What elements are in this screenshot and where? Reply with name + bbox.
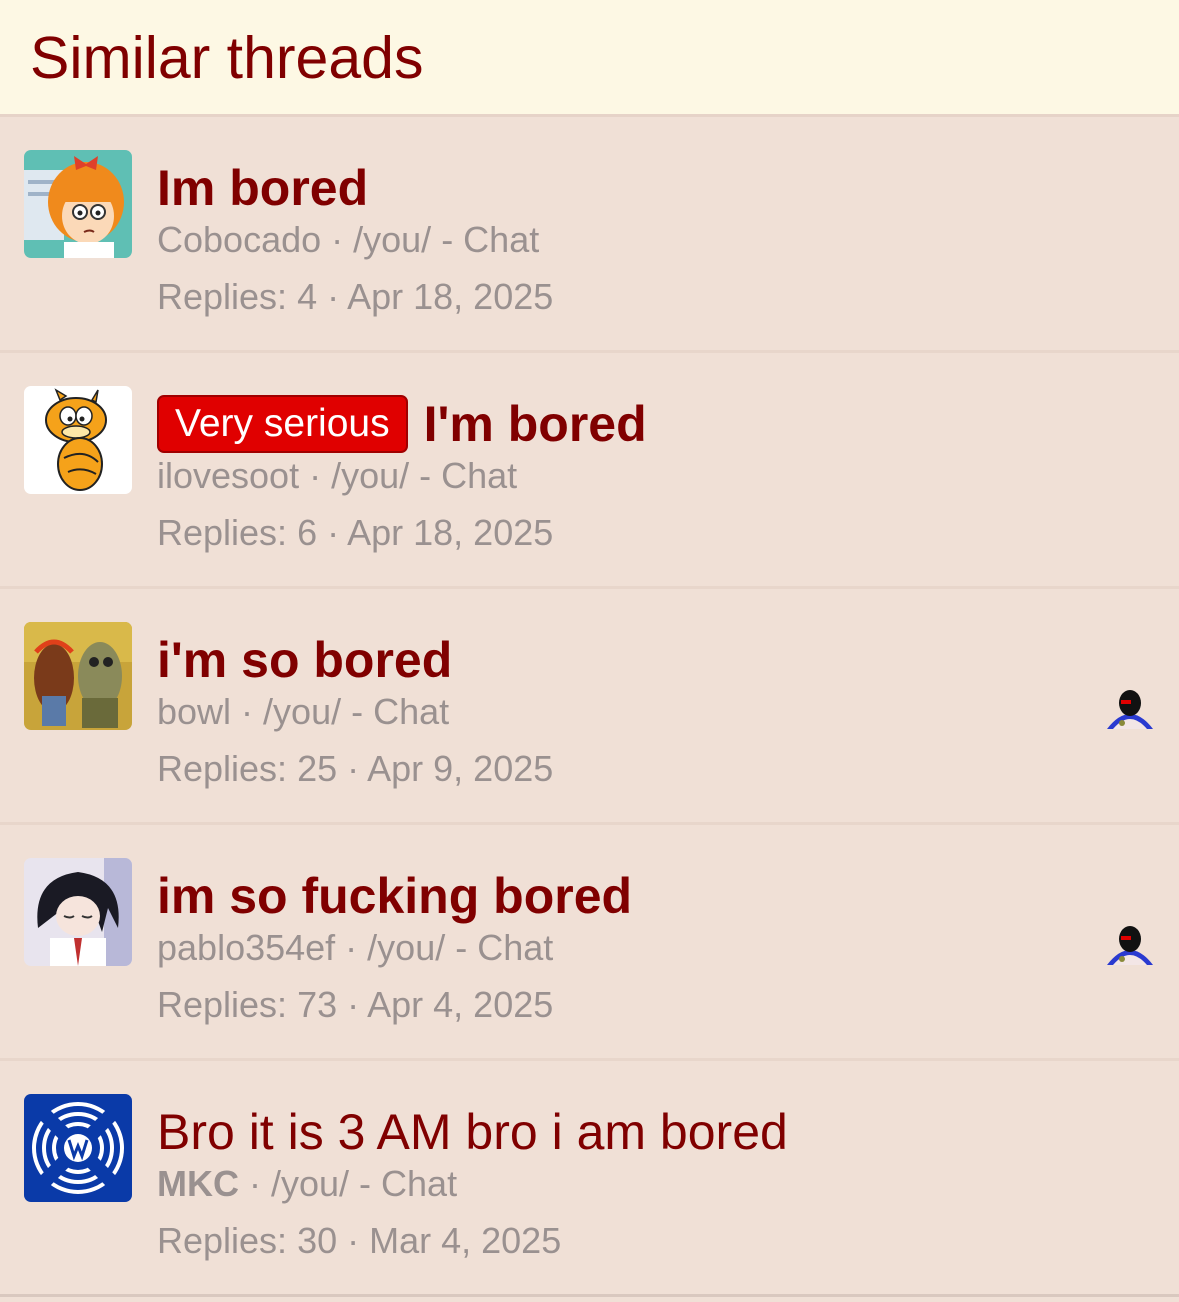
thread-title-link[interactable]: i'm so bored: [157, 629, 452, 691]
cartoon-girl-avatar-icon[interactable]: [24, 150, 132, 258]
thread-title-link[interactable]: Im bored: [157, 157, 368, 219]
thread-date: Apr 9, 2025: [367, 748, 554, 789]
reply-count: Replies: 30: [157, 1220, 338, 1261]
thread-meta: Cobocado · /you/ - Chat: [157, 215, 1099, 265]
section-title: Similar threads: [30, 25, 424, 91]
forum-link[interactable]: /you/ - Chat: [263, 691, 449, 732]
reply-count: Replies: 4: [157, 276, 318, 317]
author-link[interactable]: ilovesoot: [157, 455, 299, 496]
thread-item[interactable]: Very serious I'm bored ilovesoot · /you/…: [0, 353, 1179, 589]
thread-stats: Replies: 6 · Apr 18, 2025: [157, 508, 1099, 558]
meta-separator: ·: [321, 219, 354, 260]
thread-title-link[interactable]: im so fucking bored: [157, 865, 632, 927]
thread-date: Mar 4, 2025: [369, 1220, 562, 1261]
thread-title-link[interactable]: Bro it is 3 AM bro i am bored: [157, 1101, 788, 1163]
reply-count: Replies: 6: [157, 512, 318, 553]
thread-item[interactable]: Bro it is 3 AM bro i am bored MKC · /you…: [0, 1061, 1179, 1297]
thread-date: Apr 4, 2025: [367, 984, 554, 1025]
meta-separator: ·: [317, 512, 348, 553]
reply-count: Replies: 25: [157, 748, 338, 789]
meta-separator: ·: [337, 1220, 370, 1261]
thread-title-link[interactable]: I'm bored: [424, 393, 647, 455]
thread-item[interactable]: i'm so bored bowl · /you/ - Chat Replies…: [0, 589, 1179, 825]
painting-avatar-icon[interactable]: [24, 622, 132, 730]
black-bird-avatar-icon[interactable]: [1105, 919, 1155, 969]
thread-stats: Replies: 4 · Apr 18, 2025: [157, 272, 1099, 322]
thread-stats: Replies: 73 · Apr 4, 2025: [157, 980, 1099, 1030]
similar-threads-header: Similar threads: [0, 0, 1179, 117]
meta-separator: ·: [337, 748, 368, 789]
thread-date: Apr 18, 2025: [347, 512, 554, 553]
meta-separator: ·: [299, 455, 332, 496]
blue-logo-avatar-icon[interactable]: [24, 1094, 132, 1202]
thread-meta: pablo354ef · /you/ - Chat: [157, 923, 1099, 973]
forum-link[interactable]: /you/ - Chat: [353, 219, 539, 260]
thread-stats: Replies: 25 · Apr 9, 2025: [157, 744, 1099, 794]
thread-list: Im bored Cobocado · /you/ - Chat Replies…: [0, 117, 1179, 1297]
meta-separator: ·: [317, 276, 348, 317]
meta-separator: ·: [238, 1163, 271, 1204]
thread-item[interactable]: im so fucking bored pablo354ef · /you/ -…: [0, 825, 1179, 1061]
thread-stats: Replies: 30 · Mar 4, 2025: [157, 1216, 1099, 1266]
anime-girl-avatar-icon[interactable]: [24, 858, 132, 966]
thread-date: Apr 18, 2025: [347, 276, 554, 317]
reply-count: Replies: 73: [157, 984, 338, 1025]
thread-meta: bowl · /you/ - Chat: [157, 687, 1099, 737]
thread-meta: ilovesoot · /you/ - Chat: [157, 451, 1099, 501]
forum-link[interactable]: /you/ - Chat: [331, 455, 517, 496]
author-link[interactable]: Cobocado: [157, 219, 321, 260]
author-link[interactable]: pablo354ef: [157, 927, 335, 968]
meta-separator: ·: [335, 927, 368, 968]
forum-link[interactable]: /you/ - Chat: [271, 1163, 457, 1204]
thread-item[interactable]: Im bored Cobocado · /you/ - Chat Replies…: [0, 117, 1179, 353]
author-link[interactable]: MKC: [157, 1163, 239, 1204]
thread-meta: MKC · /you/ - Chat: [157, 1159, 1099, 1209]
author-link[interactable]: bowl: [157, 691, 231, 732]
meta-separator: ·: [337, 984, 368, 1025]
meta-separator: ·: [231, 691, 264, 732]
prefix-badge[interactable]: Very serious: [157, 395, 408, 453]
garfield-avatar-icon[interactable]: [24, 386, 132, 494]
black-bird-avatar-icon[interactable]: [1105, 683, 1155, 733]
forum-link[interactable]: /you/ - Chat: [367, 927, 553, 968]
